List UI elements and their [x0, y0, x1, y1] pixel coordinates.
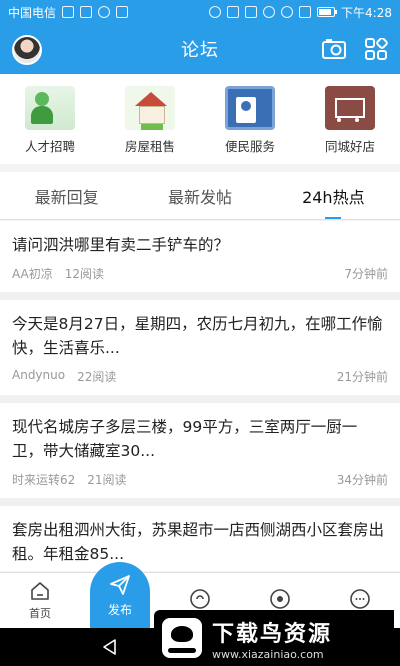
app-header: 论坛 — [0, 24, 400, 74]
category-house[interactable]: 房屋租售 — [105, 86, 195, 155]
home-icon — [31, 582, 49, 600]
category-label: 房屋租售 — [124, 139, 175, 154]
post-meta: Andynuo 22阅读 21分钟前 — [12, 368, 388, 385]
bluetooth-icon — [209, 6, 222, 18]
avatar[interactable] — [12, 35, 42, 65]
tab-24h-hot[interactable]: 24h热点 — [267, 172, 400, 219]
list-item[interactable]: 现代名城房子多层三楼，99平方，三室两厅一厨一卫，带大储藏室30... 时来运转… — [0, 403, 400, 506]
post-meta: AA初凉 12阅读 7分钟前 — [12, 265, 388, 282]
tab-latest-post[interactable]: 最新发帖 — [133, 172, 266, 219]
carrier-label: 中国电信 — [8, 5, 57, 20]
tab-latest-reply[interactable]: 最新回复 — [0, 172, 133, 219]
watermark-url: www.xiazainiao.com — [212, 647, 324, 661]
post-reads: 22阅读 — [77, 370, 117, 384]
post-list: 请问泗洪哪里有卖二手铲车的？ AA初凉 12阅读 7分钟前 今天是8月27日，星… — [0, 221, 400, 571]
list-item[interactable]: 今天是8月27日，星期四，农历七月初九，在哪工作愉快，生活喜乐... Andyn… — [0, 300, 400, 403]
grid-icon[interactable] — [364, 38, 388, 60]
category-service[interactable]: 便民服务 — [205, 86, 295, 155]
post-time: 21分钟前 — [336, 370, 388, 384]
bird-logo-icon — [162, 618, 202, 658]
watermark: 下载鸟资源 www.xiazainiao.com — [154, 610, 394, 666]
send-icon — [110, 574, 130, 595]
back-icon[interactable] — [100, 637, 120, 657]
page-title: 论坛 — [181, 40, 219, 61]
nfc-icon — [227, 6, 240, 18]
category-label: 人才招聘 — [24, 139, 75, 154]
nav-home-label: 首页 — [29, 607, 51, 620]
post-title: 套房出租泗州大街，苏果超市一店西侧湖西小区套房出租。年租金85... — [12, 521, 385, 563]
clock: 下午4:28 — [341, 5, 392, 20]
signal-icon — [299, 6, 312, 18]
service-icon — [225, 86, 275, 130]
wifi-icon — [281, 6, 294, 18]
message-icon — [270, 589, 290, 609]
category-row: 人才招聘 房屋租售 便民服务 同城好店 — [0, 74, 400, 164]
post-meta: 时来运转62 21阅读 34分钟前 — [12, 471, 388, 488]
notification-icon — [62, 6, 75, 18]
publish-button[interactable]: 发布 — [90, 562, 150, 628]
camera-icon[interactable] — [322, 38, 346, 60]
discover-icon — [190, 589, 210, 609]
tab-bar: 最新回复 最新发帖 24h热点 — [0, 172, 400, 220]
post-title: 今天是8月27日，星期四，农历七月初九，在哪工作愉快，生活喜乐... — [12, 315, 383, 357]
image-icon — [116, 6, 129, 18]
notification-icon — [80, 6, 93, 18]
post-time: 7分钟前 — [344, 267, 388, 281]
list-item[interactable]: 请问泗洪哪里有卖二手铲车的？ AA初凉 12阅读 7分钟前 — [0, 221, 400, 300]
category-job[interactable]: 人才招聘 — [5, 86, 95, 155]
post-reads: 12阅读 — [64, 267, 105, 281]
job-icon — [25, 86, 75, 130]
post-author: 时来运转62 — [12, 473, 76, 487]
post-author: Andynuo — [12, 368, 66, 382]
vibrate-icon — [245, 6, 258, 18]
post-title: 请问泗洪哪里有卖二手铲车的？ — [12, 236, 230, 254]
watermark-title: 下载鸟资源 — [212, 621, 333, 647]
post-time: 34分钟前 — [336, 473, 388, 487]
post-title: 现代名城房子多层三楼，99平方，三室两厅一厨一卫，带大储藏室30... — [12, 418, 358, 460]
category-label: 同城好店 — [324, 139, 375, 154]
battery-icon — [317, 7, 338, 17]
publish-label: 发布 — [107, 602, 132, 617]
nav-home[interactable]: 首页 — [0, 573, 80, 628]
house-icon — [125, 86, 175, 130]
alarm-icon — [263, 6, 276, 18]
cart-icon — [325, 86, 375, 130]
list-item[interactable]: 套房出租泗州大街，苏果超市一店西侧湖西小区套房出租。年租金85... — [0, 506, 400, 571]
status-bar: 中国电信 下午4:28 — [0, 0, 400, 24]
category-label: 便民服务 — [224, 139, 275, 154]
chat-icon — [350, 589, 370, 609]
post-author: AA初凉 — [12, 267, 53, 281]
post-reads: 21阅读 — [87, 473, 127, 487]
tiktok-icon — [98, 6, 111, 18]
category-shop[interactable]: 同城好店 — [305, 86, 395, 155]
